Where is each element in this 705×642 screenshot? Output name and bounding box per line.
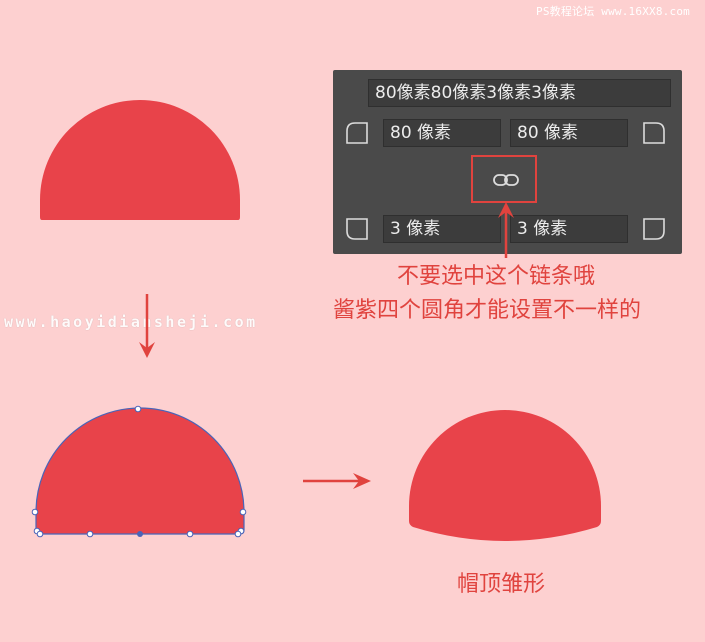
bottom-right-corner-icon [643,218,665,240]
anchor-point [86,530,94,538]
combined-radius-field[interactable]: 80像素80像素3像素3像素 [368,79,671,107]
anchor-point [36,530,44,538]
bottom-right-radius-input[interactable]: 3 像素 [510,215,628,243]
selected-path-shape[interactable] [28,402,252,542]
bottom-left-corner-icon [346,218,368,240]
cap-shape [409,410,601,541]
top-right-corner-icon [643,122,665,144]
top-left-corner-icon [346,122,368,144]
watermark-top: PS教程论坛 www.16XX8.com [536,5,690,18]
link-highlight-box [471,155,537,203]
anchor-point [134,405,142,413]
watermark-middle: www.haoyidianshеji.com [4,313,258,331]
top-left-radius-input[interactable]: 80 像素 [383,119,501,147]
top-right-radius-input[interactable]: 80 像素 [510,119,628,147]
down-arrow-icon [139,294,155,358]
semicircle-shape [40,100,240,220]
bottom-left-radius-input[interactable]: 3 像素 [383,215,501,243]
annotation-line-1: 不要选中这个链条哦 [397,264,596,289]
caption-cap-prototype: 帽顶雏形 [457,572,546,597]
anchor-point [186,530,194,538]
annotation-line-2: 酱紫四个圆角才能设置不一样的 [333,298,642,323]
center-point [137,531,143,537]
anchor-point [239,508,247,516]
anchor-point [234,530,242,538]
right-arrow-icon [303,473,371,489]
anchor-point [31,508,39,516]
up-arrow-icon [498,202,514,258]
